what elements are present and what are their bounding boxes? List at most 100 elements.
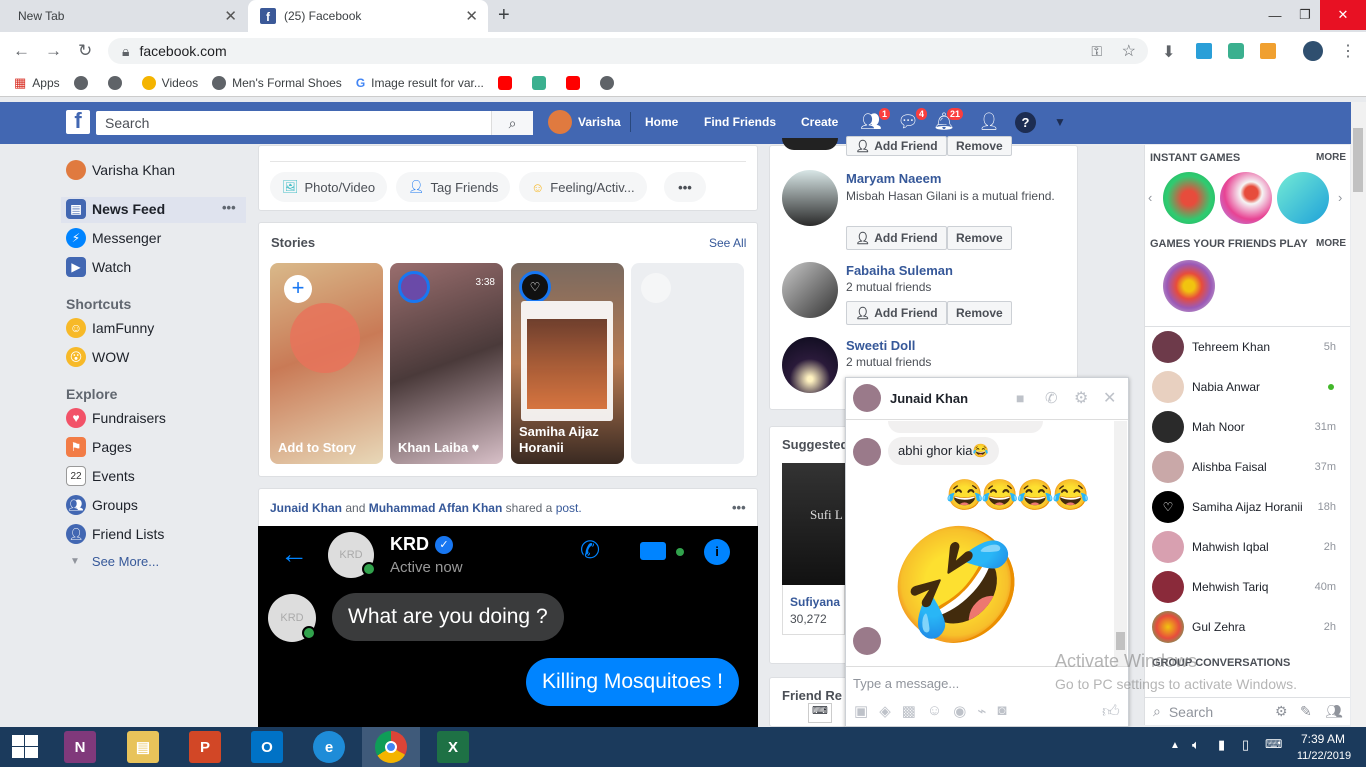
tab-facebook[interactable]: f (25) Facebook ✕ <box>248 0 488 32</box>
profile-link[interactable]: Varisha Khan <box>66 160 175 180</box>
contact-item[interactable]: Gul Zehra 2h <box>1152 610 1342 644</box>
story-khan-laiba[interactable]: 3:38 Khan Laiba ♥ <box>390 263 503 464</box>
post-options-icon[interactable]: ••• <box>732 500 746 515</box>
feeling-activity-button[interactable]: ☺ Feeling/Activ... <box>519 172 647 202</box>
chat-scroll-thumb[interactable] <box>1116 632 1125 650</box>
shortcut-wow[interactable]: 😮︎ WOW <box>66 347 129 367</box>
profile-avatar[interactable] <box>1303 41 1323 61</box>
remove-button[interactable]: Remove <box>947 226 1012 250</box>
avatar[interactable] <box>782 170 838 226</box>
sidebar-item-news-feed[interactable]: ▤ News Feed <box>66 199 165 219</box>
help-icon[interactable]: ? <box>1015 112 1036 133</box>
reload-icon[interactable]: ↻ <box>78 41 92 61</box>
volume-icon[interactable]: 🔈︎ <box>1192 737 1200 753</box>
extension-home-icon[interactable] <box>1196 43 1212 59</box>
camera-icon[interactable]: ◙ <box>997 702 1006 720</box>
youtube-icon[interactable] <box>565 76 586 90</box>
gif-icon[interactable]: ▩ <box>902 702 916 720</box>
more-link[interactable]: MORE <box>1316 152 1346 163</box>
contact-item[interactable]: Nabia Anwar <box>1152 370 1342 404</box>
contact-item[interactable]: Mahwish Iqbal 2h <box>1152 530 1342 564</box>
close-icon[interactable]: ✕ <box>465 7 478 25</box>
post-image[interactable]: ← KRD KRD ✓ Active now ✆ i KRD What are … <box>258 526 758 728</box>
globe-icon[interactable] <box>73 76 94 90</box>
video-call-icon[interactable]: ■ <box>1016 390 1024 406</box>
sidebar-item-pages[interactable]: ⚑ Pages <box>66 437 132 457</box>
message-input[interactable]: Type a message... <box>853 676 959 691</box>
windows-start-icon[interactable] <box>12 735 38 759</box>
close-icon[interactable]: ✕ <box>224 7 237 25</box>
gear-icon[interactable]: ⚙ <box>1074 388 1088 408</box>
chevron-right-icon[interactable]: › <box>1338 190 1342 205</box>
remove-button[interactable]: Remove <box>947 136 1012 156</box>
add-friend-button[interactable]: 👤︎ Add Friend <box>846 301 947 325</box>
sidebar-item-groups[interactable]: 👥︎ Groups <box>66 495 138 515</box>
ludo-game-icon[interactable] <box>1163 260 1215 312</box>
tab-new-tab[interactable]: New Tab ✕ <box>0 0 247 32</box>
post-link[interactable]: post. <box>556 501 582 515</box>
story-samiha[interactable]: ♡ Samiha Aijaz Horanii <box>511 263 624 464</box>
window-close-icon[interactable]: ✕ <box>1320 0 1366 30</box>
globe-icon[interactable] <box>599 76 620 90</box>
sidebar-item-events[interactable]: 22 Events <box>66 466 135 486</box>
friend-requests-icon[interactable]: 👥︎ 1 <box>860 108 890 134</box>
contact-item[interactable]: Mah Noor 31m <box>1152 410 1342 444</box>
helix-game-icon[interactable] <box>1220 172 1272 224</box>
phone-icon[interactable]: ✆ <box>1045 389 1058 407</box>
bookmark-videos[interactable]: Videos <box>141 76 198 90</box>
add-friend-button[interactable]: 👤︎ Add Friend <box>846 226 947 250</box>
person-name[interactable]: Fabaiha Suleman <box>846 263 953 278</box>
remove-button[interactable]: Remove <box>947 301 1012 325</box>
bookmark-shoes[interactable]: Men's Formal Shoes <box>212 76 342 90</box>
compose-icon[interactable]: ✎ <box>1300 703 1312 720</box>
download-icon[interactable]: ⬇ <box>1162 42 1175 62</box>
chevron-left-icon[interactable]: ‹ <box>1148 190 1152 205</box>
onenote-icon[interactable]: N <box>64 731 96 763</box>
contact-item[interactable]: Mehwish Tariq 40m <box>1152 570 1342 604</box>
search-input[interactable]: Search ⌕ <box>96 111 533 135</box>
sidebar-item-friend-lists[interactable]: 👤︎ Friend Lists <box>66 524 164 544</box>
clock-time[interactable]: 7:39 AM <box>1298 732 1348 746</box>
shortcut-iamfunny[interactable]: ☺ IamFunny <box>66 318 154 338</box>
youtube-icon[interactable] <box>497 76 518 90</box>
battery-icon[interactable]: ▯ <box>1242 737 1249 753</box>
quick-help-people-icon[interactable]: 👤︎ <box>978 112 1000 134</box>
extension-note-icon[interactable] <box>1228 43 1244 59</box>
photo-video-button[interactable]: 🖼︎ Photo/Video <box>270 172 388 202</box>
globe-icon[interactable] <box>107 76 128 90</box>
key-icon[interactable]: ⚿ <box>1091 43 1102 60</box>
game-icon[interactable] <box>1163 172 1215 224</box>
avatar[interactable] <box>782 262 838 318</box>
avatar[interactable] <box>782 337 838 393</box>
gear-icon[interactable]: ⚙ <box>1275 703 1288 720</box>
note-icon[interactable] <box>531 76 552 90</box>
more-link[interactable]: MORE <box>1316 238 1346 249</box>
powerpoint-icon[interactable]: P <box>189 731 221 763</box>
suggested-page-name[interactable]: Sufiyana <box>790 595 840 609</box>
nav-create[interactable]: Create <box>801 115 838 129</box>
person-name[interactable]: Maryam Naeem <box>846 171 941 186</box>
story-add[interactable]: + Add to Story <box>270 263 383 464</box>
search-icon[interactable]: ⌕ <box>491 111 533 135</box>
new-tab-icon[interactable]: + <box>498 4 510 27</box>
page-scrollbar[interactable] <box>1351 102 1366 727</box>
see-all-link[interactable]: See All <box>709 236 746 250</box>
keyboard-language-icon[interactable]: ⌨ <box>1265 737 1282 751</box>
address-bar[interactable]: 🔒︎ facebook.com ⚿ ☆ <box>108 38 1148 64</box>
network-icon[interactable]: ▮ <box>1218 737 1225 753</box>
internet-explorer-icon[interactable]: e <box>313 731 345 763</box>
bookmark-image[interactable]: G Image result for var... <box>356 76 484 90</box>
add-friend-button[interactable]: 👤︎ Add Friend <box>846 136 947 156</box>
image-icon[interactable]: ▣ <box>854 702 868 720</box>
sidebar-item-messenger[interactable]: ⚡︎ Messenger <box>66 228 161 248</box>
post-author-link[interactable]: Muhammad Affan Khan <box>369 501 503 515</box>
sidebar-item-fundraisers[interactable]: ♥ Fundraisers <box>66 408 166 428</box>
more-options-icon[interactable]: ••• <box>222 200 236 215</box>
file-explorer-icon[interactable]: ▤ <box>127 731 159 763</box>
like-icon[interactable]: 👍︎ <box>1102 701 1120 722</box>
facebook-logo-icon[interactable]: f <box>66 108 90 134</box>
chat-scrollbar[interactable] <box>1114 421 1127 666</box>
outlook-icon[interactable]: O <box>251 731 283 763</box>
sidebar-search-input[interactable]: ⌕ Search ⚙ ✎ 👥︎ <box>1145 697 1350 725</box>
back-icon[interactable]: ← <box>13 41 30 61</box>
